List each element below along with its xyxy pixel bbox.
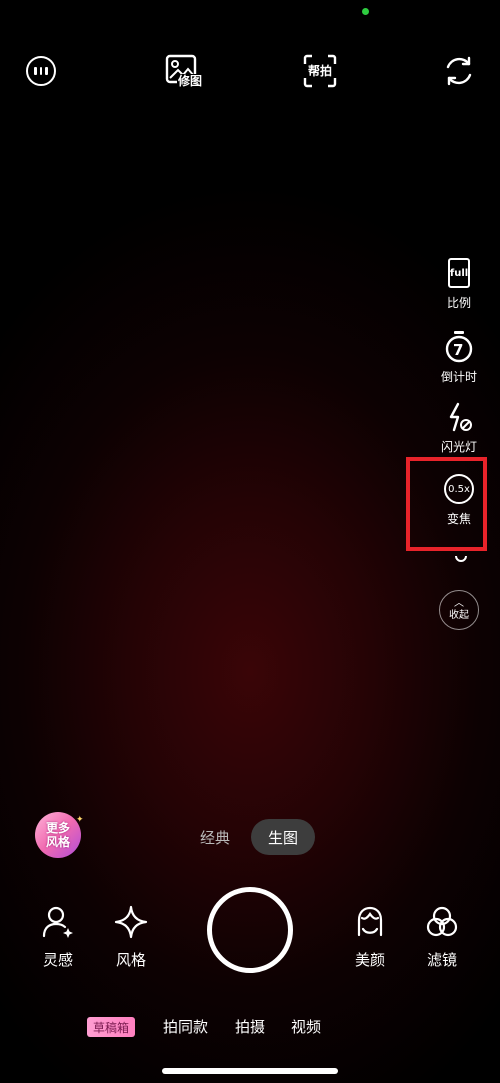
beauty-button[interactable]: 美颜 bbox=[340, 905, 400, 970]
face-beauty-icon bbox=[357, 906, 383, 937]
timer-button[interactable]: 7 倒计时 bbox=[429, 330, 489, 385]
tab-video[interactable]: 视频 bbox=[291, 1016, 321, 1037]
collapse-toolbar-button[interactable]: ︿ 收起 bbox=[439, 590, 479, 630]
sparkle-star-icon bbox=[114, 905, 148, 939]
chevron-up-icon: ︿ bbox=[454, 597, 464, 609]
privacy-indicator-dot bbox=[362, 8, 369, 15]
flash-label: 闪光灯 bbox=[440, 440, 477, 454]
menu-circle-icon bbox=[26, 56, 56, 86]
edit-photo-label: 修图 bbox=[177, 74, 204, 88]
home-indicator[interactable] bbox=[162, 1068, 338, 1074]
more-styles-badge[interactable]: 更多 风格 bbox=[35, 812, 81, 858]
drafts-label: 草稿箱 bbox=[93, 1020, 130, 1035]
inspiration-label: 灵感 bbox=[42, 951, 73, 969]
filter-label: 滤镜 bbox=[426, 951, 457, 969]
camera-flip-icon bbox=[446, 56, 472, 86]
tab-same-shot[interactable]: 拍同款 bbox=[163, 1016, 208, 1037]
flash-off-icon bbox=[449, 402, 472, 432]
aspect-ratio-label: 比例 bbox=[446, 296, 471, 310]
style-label: 风格 bbox=[115, 951, 146, 969]
flip-camera-button[interactable] bbox=[437, 49, 481, 93]
tab-photo[interactable]: 拍摄 bbox=[235, 1016, 265, 1037]
flash-button[interactable]: 闪光灯 bbox=[429, 402, 489, 455]
person-sparkle-icon bbox=[42, 906, 73, 938]
sparkle-icon: ✦ bbox=[76, 815, 84, 825]
aspect-ratio-value: full bbox=[449, 267, 469, 279]
inspiration-button[interactable]: 灵感 bbox=[28, 905, 88, 970]
help-shoot-label: 帮拍 bbox=[308, 64, 333, 78]
more-styles-line1: 更多 bbox=[45, 821, 70, 835]
edit-photo-button[interactable]: 修图 bbox=[160, 54, 204, 92]
beauty-label: 美颜 bbox=[354, 951, 385, 969]
more-styles-line2: 风格 bbox=[45, 835, 70, 849]
menu-button[interactable] bbox=[19, 49, 63, 93]
aspect-ratio-icon: full bbox=[448, 258, 470, 288]
drafts-button[interactable]: 草稿箱 bbox=[87, 1017, 136, 1037]
mode-generate-tab[interactable]: 生图 bbox=[251, 819, 315, 855]
timer-label: 倒计时 bbox=[440, 370, 477, 384]
aspect-ratio-button[interactable]: full 比例 bbox=[429, 258, 489, 311]
mode-classic-tab[interactable]: 经典 bbox=[200, 827, 230, 848]
timer-value: 7 bbox=[453, 341, 464, 359]
style-button[interactable]: 风格 bbox=[101, 905, 161, 970]
zoom-highlight-box bbox=[406, 457, 487, 551]
mode-generate-label: 生图 bbox=[267, 828, 298, 847]
shutter-button[interactable] bbox=[207, 887, 293, 973]
filter-button[interactable]: 滤镜 bbox=[412, 905, 472, 970]
help-shoot-button[interactable]: 帮拍 bbox=[300, 54, 340, 90]
partially-hidden-tool-icon bbox=[455, 551, 467, 563]
filter-circles-icon bbox=[426, 906, 458, 937]
collapse-label: 收起 bbox=[449, 609, 469, 621]
